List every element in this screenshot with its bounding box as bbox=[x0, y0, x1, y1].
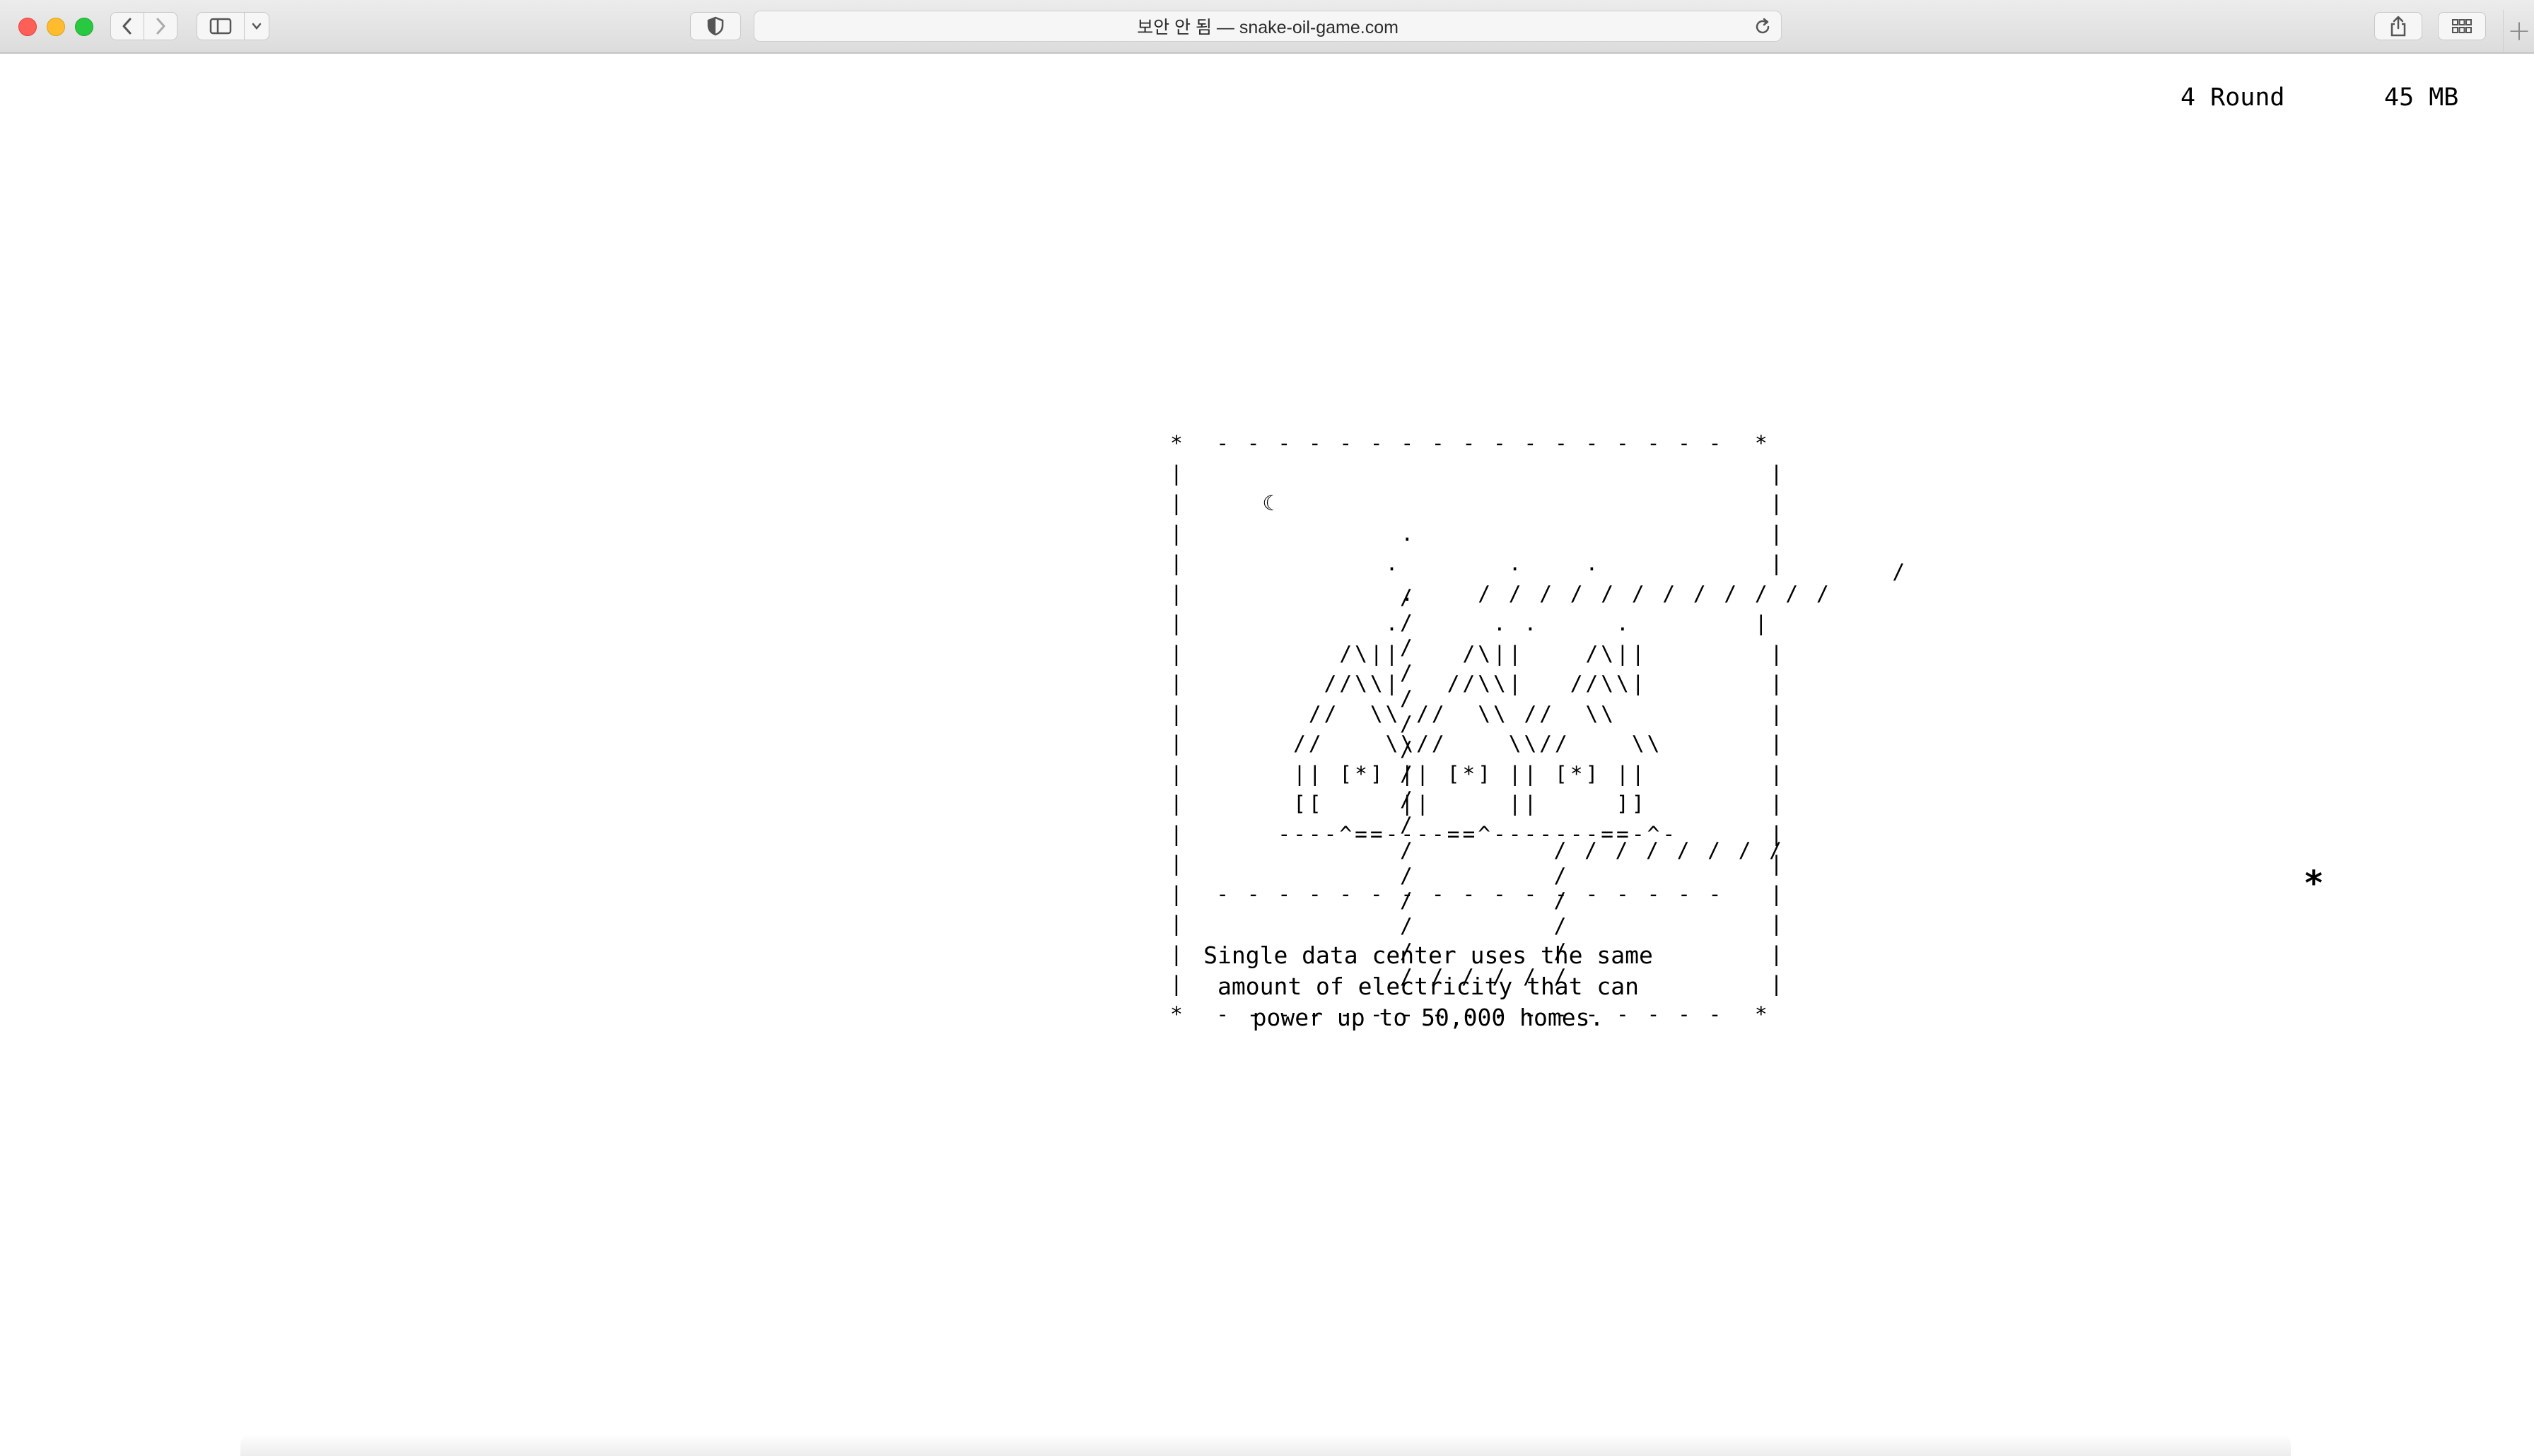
chevron-down-icon bbox=[251, 22, 262, 30]
forward-button[interactable] bbox=[144, 12, 177, 40]
tab-overview-icon bbox=[2451, 18, 2472, 34]
plus-icon[interactable]: + bbox=[2503, 10, 2534, 52]
minimize-window-button[interactable] bbox=[47, 18, 65, 36]
snake-body: / / / / / / / / / / / / / / / / / / / / … bbox=[1400, 560, 1908, 989]
chevron-left-icon bbox=[120, 17, 134, 35]
shield-icon bbox=[707, 16, 724, 36]
round-counter: 4 Round bbox=[2180, 83, 2285, 112]
share-icon bbox=[2390, 16, 2407, 37]
sidebar-menu-button[interactable] bbox=[244, 12, 269, 40]
share-button[interactable] bbox=[2374, 12, 2422, 40]
back-button[interactable] bbox=[110, 12, 144, 40]
reload-icon[interactable] bbox=[1751, 16, 1774, 38]
address-bar[interactable]: 보안 안 됨 — snake-oil-game.com bbox=[754, 11, 1782, 42]
address-text: 보안 안 됨 — snake-oil-game.com bbox=[1137, 18, 1399, 37]
memory-score: 45 MB bbox=[2384, 83, 2459, 112]
browser-toolbar: 보안 안 됨 — snake-oil-game.com + bbox=[0, 0, 2534, 54]
fact-caption: Single data center uses the same amount … bbox=[1203, 941, 1653, 1031]
sidebar-icon bbox=[209, 18, 232, 35]
close-window-button[interactable] bbox=[18, 18, 37, 36]
page-bottom-shadow bbox=[240, 1433, 2291, 1456]
privacy-report-button[interactable] bbox=[690, 12, 741, 40]
chevron-right-icon bbox=[153, 17, 168, 35]
snake-food: * bbox=[2304, 864, 2324, 903]
tab-overview-button[interactable] bbox=[2438, 12, 2486, 40]
sidebar-toggle-button[interactable] bbox=[197, 12, 245, 40]
maximize-window-button[interactable] bbox=[75, 18, 93, 36]
